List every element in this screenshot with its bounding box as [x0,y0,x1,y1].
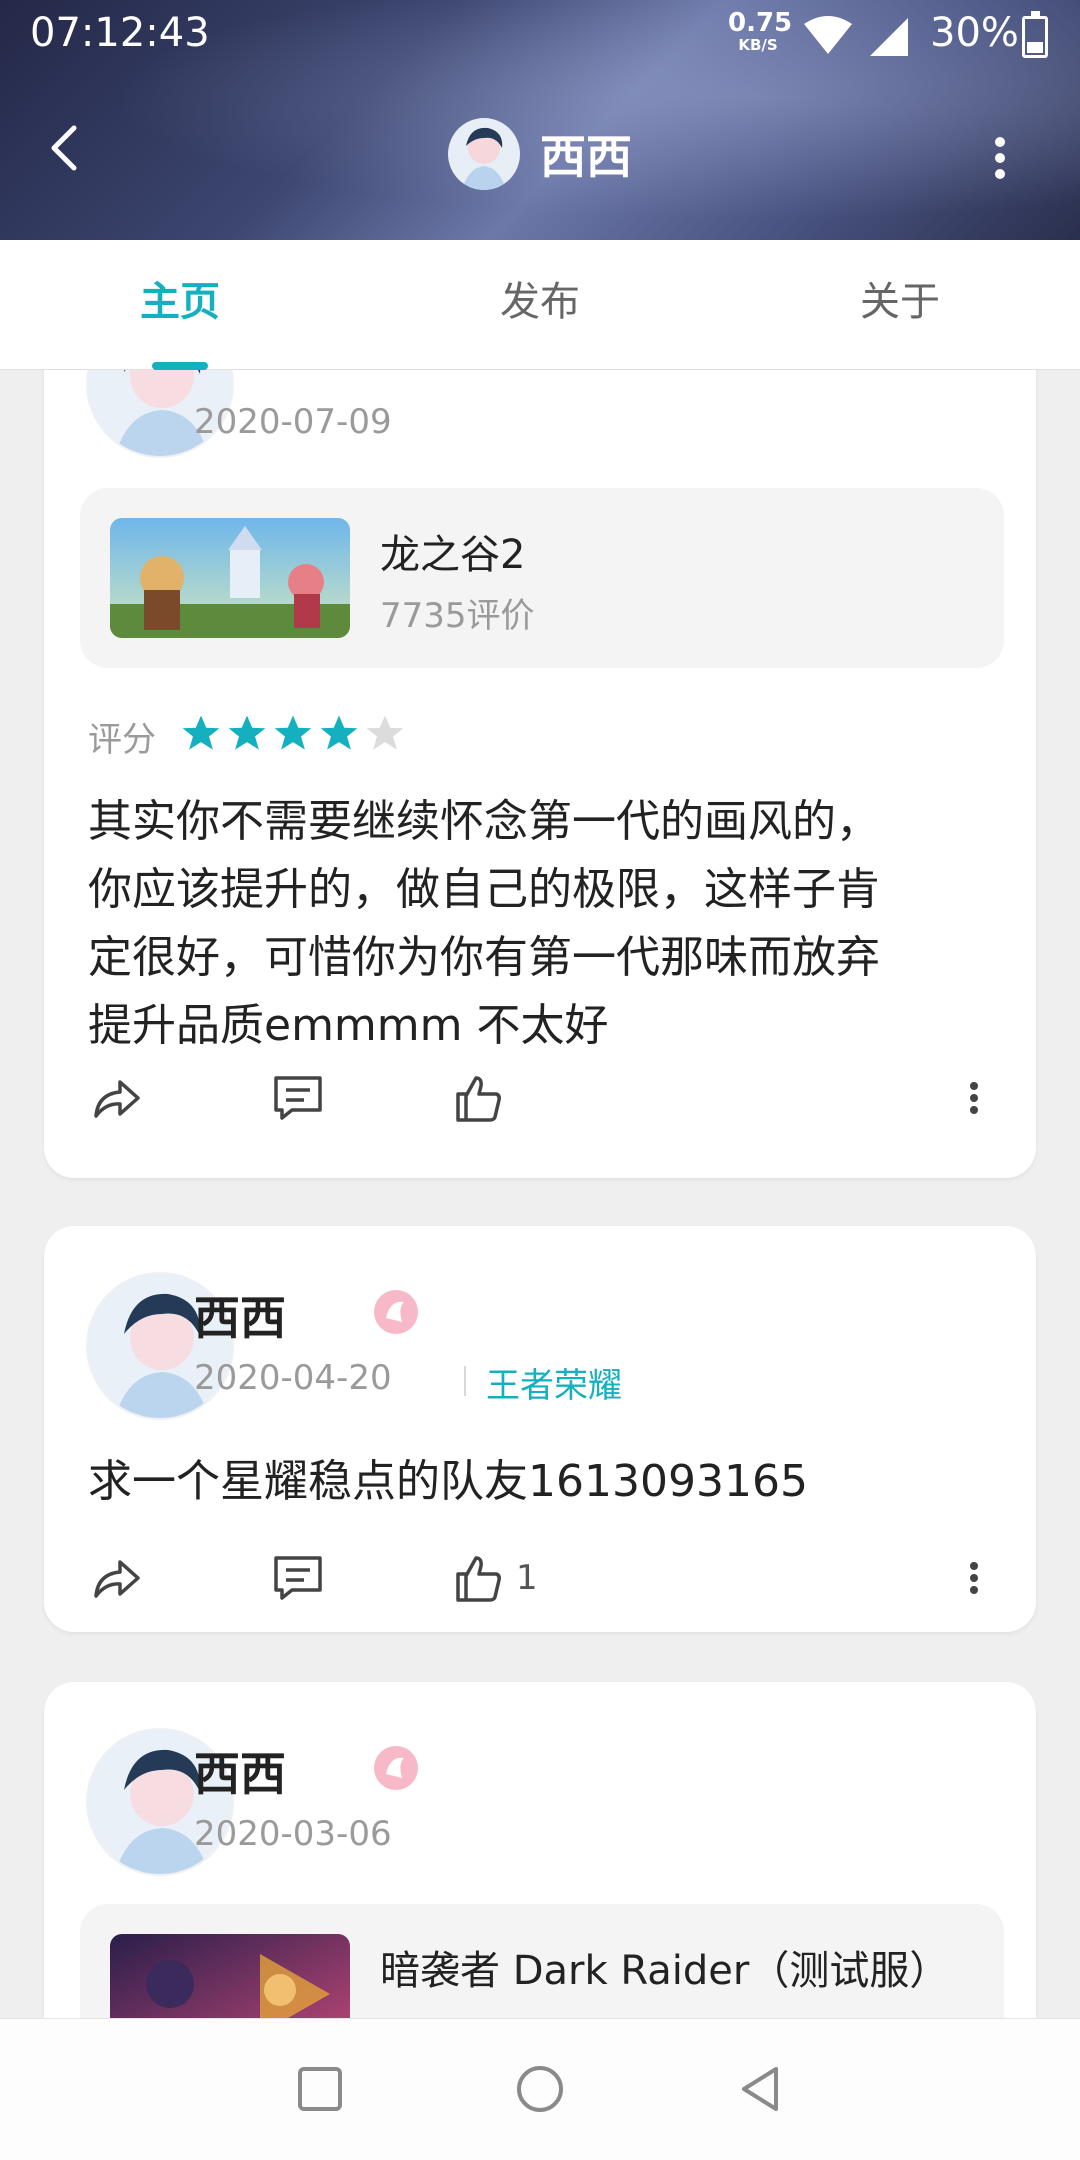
recent-apps-button[interactable] [290,2059,350,2119]
game-tag[interactable]: 王者荣耀 [486,1358,622,1407]
game-link-card[interactable]: 龙之谷2 7735评价 [80,488,1004,668]
game-thumbnail [110,1934,350,2018]
thumbs-up-icon [456,1076,501,1122]
meta-divider [464,1366,466,1396]
header-avatar[interactable] [448,118,520,190]
author-name[interactable]: 西西 [194,1738,286,1804]
header-nav: 西西 [0,68,1080,240]
post-line: 其实你不需要继续怀念第一代的画风的， [88,796,880,847]
circle-icon [517,2066,563,2112]
battery-icon [1022,11,1048,58]
post-card[interactable]: 西西 2020-03-06 暗袭者 Dark Raider（测试服） [44,1682,1036,2018]
like-count: 1 [516,1558,538,1598]
game-title: 暗袭者 Dark Raider（测试服） [380,1948,950,1994]
battery-percent: 30% [930,10,1019,56]
system-back-button[interactable] [730,2059,790,2119]
rating-stars [180,712,410,754]
member-badge-icon [374,1746,418,1790]
avatar-image [448,118,520,190]
author-name[interactable]: 西西 [194,1282,286,1348]
status-time: 07:12:43 [30,10,210,56]
home-button[interactable] [510,2059,570,2119]
comment-button[interactable] [270,1068,326,1128]
more-vertical-icon [995,137,1005,179]
thumbs-up-icon [456,1556,501,1602]
share-icon [94,1080,140,1118]
triangle-back-icon [742,2067,778,2111]
game-link-card[interactable]: 暗袭者 Dark Raider（测试服） [80,1904,1004,2018]
more-options-button[interactable] [980,128,1020,188]
network-speed: 0.75 KB/S [728,8,793,54]
post-more-button[interactable] [964,1548,984,1608]
network-speed-unit: KB/S [738,36,778,54]
tab-home[interactable]: 主页 [0,240,360,370]
more-vertical-icon [970,1082,978,1114]
more-vertical-icon [970,1562,978,1594]
comment-icon [274,1076,322,1120]
post-date: 2020-03-06 [194,1814,392,1854]
rating-label: 评分 [88,720,156,760]
post-body: 其实你不需要继续怀念第一代的画风的， 你应该提升的，做自己的极限，这样子肯 定很… [88,788,988,1060]
star-empty-icon [366,715,404,750]
star-filled-icon [182,715,220,750]
post-more-button[interactable] [964,1068,984,1128]
game-thumbnail [110,518,350,638]
square-icon [298,2067,342,2111]
game-title: 龙之谷2 [380,532,526,578]
wifi-signal-icon [804,16,908,56]
post-card[interactable]: 2020-07-09 龙之谷2 7735评价 评分 其实你不需要继续怀念第一代的… [44,370,1036,1178]
post-card[interactable]: 西西 2020-04-20 王者荣耀 求一个星耀稳点的队友1613093165 [44,1226,1036,1632]
game-cover-image [110,518,350,638]
post-date: 2020-04-20 [194,1358,392,1398]
comment-icon [274,1556,322,1600]
post-date: 2020-07-09 [194,402,392,442]
post-line: 你应该提升的，做自己的极限，这样子肯 [88,864,880,915]
signal-icons [800,12,920,64]
member-badge-icon [374,1290,418,1334]
post-line: 定很好，可惜你为你有第一代那味而放弃 [88,932,880,983]
post-line: 提升品质emmmm 不太好 [88,1000,609,1051]
profile-title: 西西 [540,130,632,184]
tab-posts[interactable]: 发布 [360,240,720,370]
active-tab-indicator [152,362,208,370]
post-feed[interactable]: 2020-07-09 龙之谷2 7735评价 评分 其实你不需要继续怀念第一代的… [0,370,1080,2018]
game-cover-image [110,1934,350,2018]
system-navigation-bar [0,2018,1080,2160]
like-button[interactable] [450,1068,506,1128]
share-icon [94,1560,140,1598]
profile-header: 07:12:43 0.75 KB/S 30% 西西 [0,0,1080,240]
network-speed-value: 0.75 [728,8,793,38]
status-bar: 07:12:43 0.75 KB/S 30% [0,0,1080,68]
star-filled-icon [320,715,358,750]
comment-button[interactable] [270,1548,326,1608]
star-filled-icon [228,715,266,750]
share-button[interactable] [88,1068,144,1128]
game-review-count: 7735评价 [380,596,535,636]
tab-about[interactable]: 关于 [720,240,1080,370]
share-button[interactable] [88,1548,144,1608]
profile-tabs: 主页 发布 关于 [0,240,1080,370]
post-body: 求一个星耀稳点的队友1613093165 [88,1456,808,1507]
star-filled-icon [274,715,312,750]
like-button[interactable]: 1 [450,1548,538,1608]
